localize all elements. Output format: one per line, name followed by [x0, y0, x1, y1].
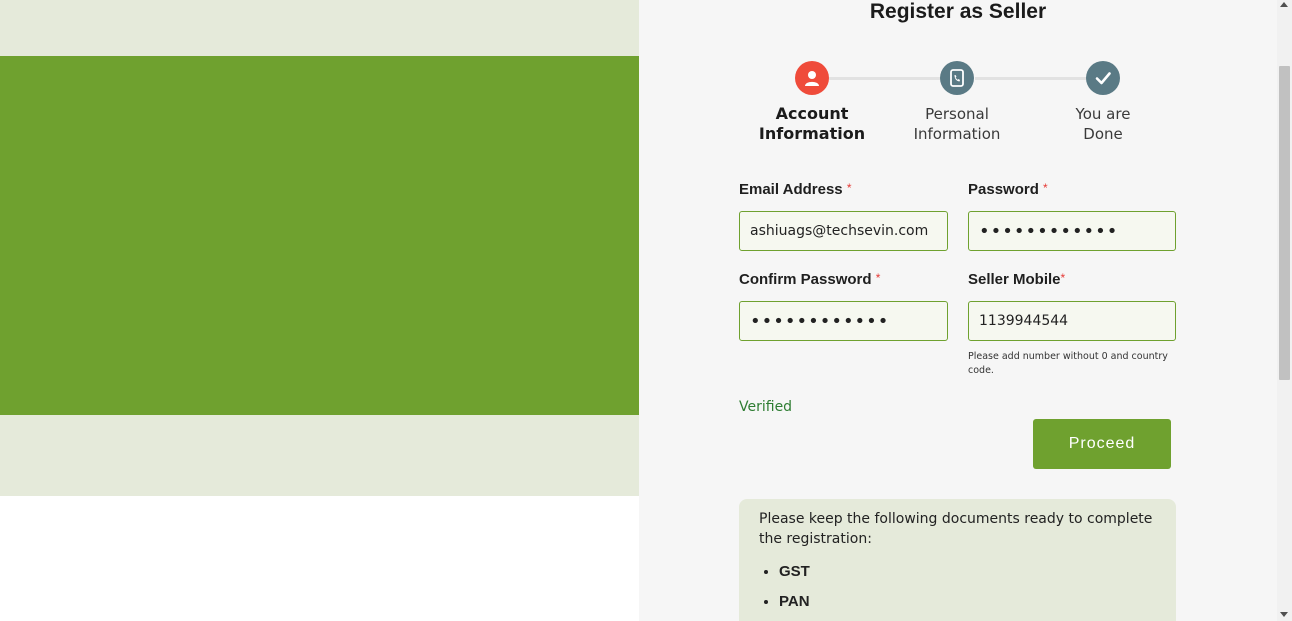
- banner-bottom-strip: [0, 415, 639, 496]
- list-item: PAN: [779, 587, 1156, 617]
- registration-panel: Register as Seller Account Information P…: [639, 0, 1277, 621]
- left-banner: [0, 0, 639, 621]
- verified-status: Verified: [739, 399, 793, 415]
- step-done-circle: [1086, 61, 1120, 95]
- page-title: Register as Seller: [869, 0, 1047, 23]
- banner-top-strip: [0, 0, 639, 56]
- required-marker: *: [1043, 181, 1048, 195]
- banner-image-area: [0, 56, 639, 415]
- vertical-scrollbar[interactable]: [1277, 0, 1292, 621]
- phone-icon: [950, 69, 964, 87]
- required-marker: *: [875, 271, 881, 285]
- scroll-up-icon[interactable]: [1280, 2, 1288, 7]
- step-personal-circle: [940, 61, 974, 95]
- confirm-password-input[interactable]: ••••••••••••: [739, 301, 948, 341]
- proceed-button[interactable]: Proceed: [1033, 419, 1171, 469]
- password-input[interactable]: ••••••••••••: [968, 211, 1176, 251]
- mobile-label: Seller Mobile*: [968, 271, 1066, 288]
- list-item: GST: [779, 557, 1156, 587]
- user-icon: [805, 71, 819, 86]
- email-input[interactable]: ashiuags@techsevin.com: [739, 211, 948, 251]
- step-label-account: Account Information: [758, 104, 866, 143]
- step-connector: [975, 77, 1087, 80]
- confirm-password-label: Confirm Password *: [739, 271, 881, 288]
- documents-notice: Please keep the following documents read…: [739, 499, 1176, 621]
- step-connector: [829, 77, 941, 80]
- documents-list: GST PAN: [759, 557, 1156, 617]
- email-label: Email Address *: [739, 181, 852, 198]
- step-label-personal: Personal Information: [913, 105, 1001, 143]
- mobile-hint: Please add number without 0 and country …: [968, 351, 1168, 376]
- step-label-done: You are Done: [1075, 105, 1131, 143]
- required-marker: *: [1060, 271, 1066, 285]
- scrollbar-thumb[interactable]: [1279, 66, 1290, 380]
- step-account-circle: [795, 61, 829, 95]
- documents-intro: Please keep the following documents read…: [759, 511, 1153, 547]
- scroll-down-icon[interactable]: [1280, 612, 1288, 617]
- required-marker: *: [846, 181, 852, 195]
- mobile-input[interactable]: 1139944544: [968, 301, 1176, 341]
- password-label: Password *: [968, 181, 1048, 198]
- check-icon: [1095, 72, 1111, 85]
